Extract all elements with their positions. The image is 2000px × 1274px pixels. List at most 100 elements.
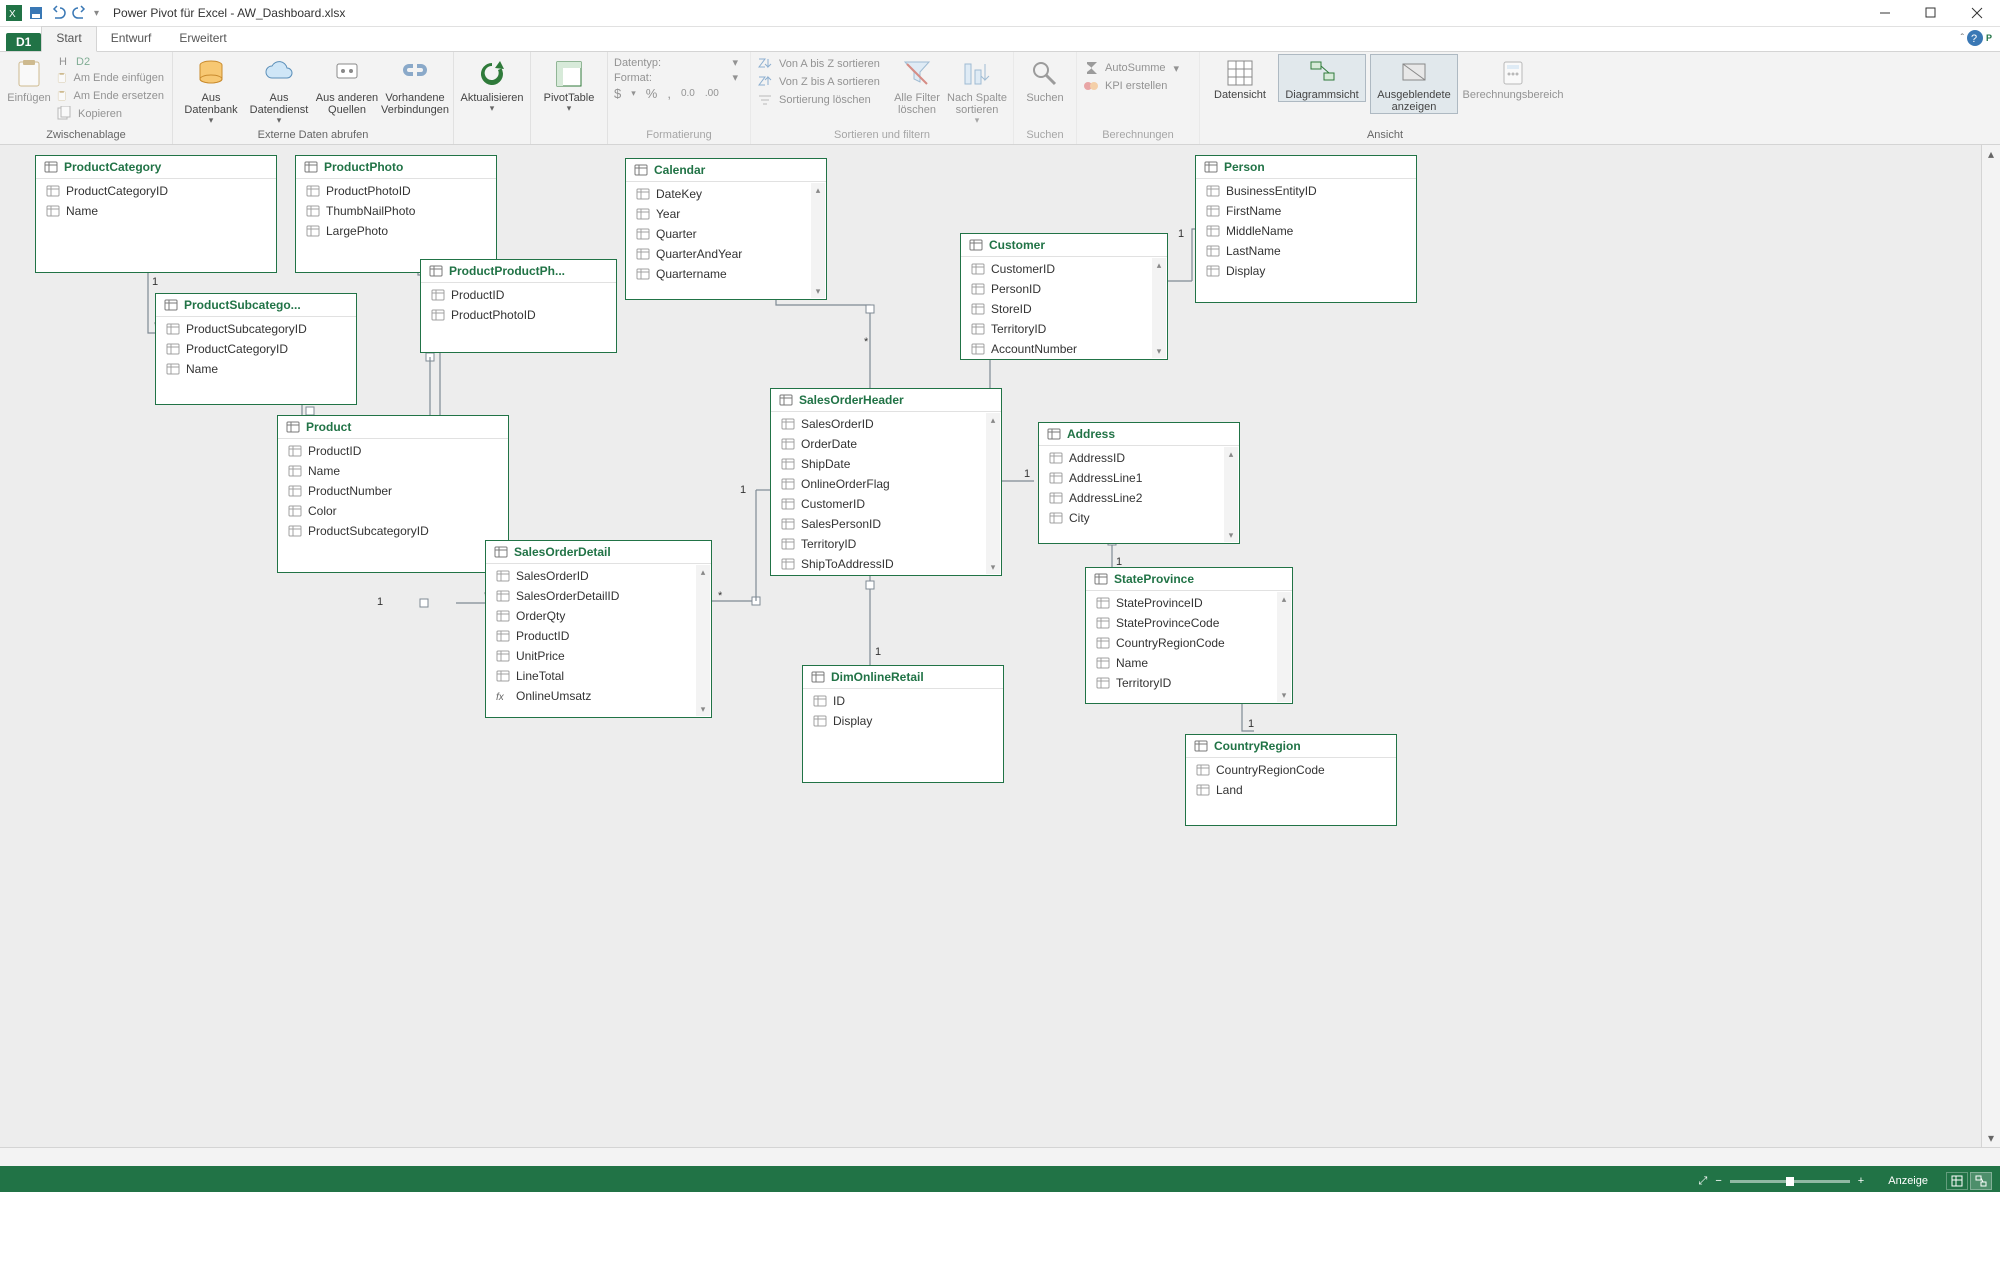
sort-z-to-a-button[interactable]: Von Z bis A sortieren (757, 74, 887, 90)
vertical-scrollbar[interactable]: ▴ ▾ (1981, 145, 2000, 1147)
table-field[interactable]: OrderQty (486, 606, 711, 626)
table-field[interactable]: AddressLine1 (1039, 468, 1239, 488)
table-scrollbar[interactable]: ▴▾ (1224, 447, 1238, 542)
autosum-button[interactable]: AutoSumme▾ (1083, 60, 1179, 76)
zoom-slider[interactable]: ⤢ − + (1699, 1175, 1865, 1188)
clear-sort-button[interactable]: Sortierung löschen (757, 92, 887, 108)
table-field[interactable]: ProductPhotoID (421, 305, 616, 325)
table-field[interactable]: TerritoryID (771, 534, 1001, 554)
qat-undo-icon[interactable] (50, 5, 66, 21)
fit-icon[interactable]: ⤢ (1699, 1175, 1708, 1188)
table-stateprovince[interactable]: StateProvince StateProvinceIDStateProvin… (1085, 567, 1293, 704)
paste-replace-button[interactable]: Am Ende ersetzen (56, 88, 164, 104)
ribbon-collapse-icon[interactable]: ˆ (1961, 33, 1964, 44)
workspace-d1-chip[interactable]: D1 (6, 33, 41, 51)
table-field[interactable]: Year (626, 204, 826, 224)
table-productphoto[interactable]: ProductPhoto ProductPhotoIDThumbNailPhot… (295, 155, 497, 273)
table-field[interactable]: SalesOrderDetailID (486, 586, 711, 606)
table-field[interactable]: Name (278, 461, 508, 481)
table-field[interactable]: StoreID (961, 299, 1167, 319)
table-field[interactable]: City (1039, 508, 1239, 528)
table-field[interactable]: TerritoryID (961, 319, 1167, 339)
zoom-out-button[interactable]: − (1715, 1175, 1721, 1187)
table-address[interactable]: Address AddressIDAddressLine1AddressLine… (1038, 422, 1240, 544)
table-field[interactable]: OrderDate (771, 434, 1001, 454)
copy-button[interactable]: Kopieren (56, 106, 164, 122)
tab-start[interactable]: Start (41, 26, 96, 52)
table-field[interactable]: AccountNumber (961, 339, 1167, 359)
view-mode-diagram-button[interactable] (1970, 1172, 1992, 1190)
calculation-area-button[interactable]: Berechnungsbereich (1462, 54, 1564, 102)
table-field[interactable]: AddressLine2 (1039, 488, 1239, 508)
close-button[interactable] (1954, 0, 2000, 26)
table-customer[interactable]: Customer CustomerIDPersonIDStoreIDTerrit… (960, 233, 1168, 360)
table-field[interactable]: ProductPhotoID (296, 181, 496, 201)
table-field[interactable]: ProductID (278, 441, 508, 461)
table-productproductphoto[interactable]: ProductProductPh... ProductIDProductPhot… (420, 259, 617, 353)
table-field[interactable]: Name (156, 359, 356, 379)
from-dataservice-button[interactable]: Aus Datendienst▾ (247, 54, 311, 126)
sort-by-column-button[interactable]: Nach Spalte sortieren▾ (947, 54, 1007, 126)
horizontal-scrollbar[interactable] (0, 1147, 2000, 1166)
table-field[interactable]: ProductID (421, 285, 616, 305)
qat-customize-dropdown[interactable]: ▾ (94, 8, 99, 19)
existing-connections-button[interactable]: Vorhandene Verbindungen (383, 54, 447, 116)
table-salesorderdetail[interactable]: SalesOrderDetail SalesOrderIDSalesOrderD… (485, 540, 712, 718)
table-field[interactable]: SalesPersonID (771, 514, 1001, 534)
show-hidden-button[interactable]: Ausgeblendete anzeigen (1370, 54, 1458, 114)
qat-redo-icon[interactable] (72, 5, 88, 21)
table-field[interactable]: ThumbNailPhoto (296, 201, 496, 221)
table-scrollbar[interactable]: ▴▾ (811, 183, 825, 298)
table-field[interactable]: PersonID (961, 279, 1167, 299)
table-scrollbar[interactable]: ▴▾ (1152, 258, 1166, 358)
create-kpi-button[interactable]: KPI erstellen (1083, 78, 1179, 94)
table-product[interactable]: Product ProductIDNameProductNumberColorP… (277, 415, 509, 573)
pivottable-button[interactable]: PivotTable▾ (537, 54, 601, 114)
tab-erweitert[interactable]: Erweitert (165, 27, 240, 51)
table-field[interactable]: MiddleName (1196, 221, 1416, 241)
table-scrollbar[interactable]: ▴▾ (986, 413, 1000, 574)
table-dimonlineretail[interactable]: DimOnlineRetail IDDisplay (802, 665, 1004, 783)
table-field[interactable]: LastName (1196, 241, 1416, 261)
table-field[interactable]: TerritoryID (1086, 673, 1292, 693)
table-field[interactable]: ProductCategoryID (156, 339, 356, 359)
help-icon[interactable]: ? (1966, 29, 1984, 47)
table-scrollbar[interactable]: ▴▾ (696, 565, 710, 716)
table-field[interactable]: Display (1196, 261, 1416, 281)
table-field[interactable]: ProductID (486, 626, 711, 646)
table-field[interactable]: Color (278, 501, 508, 521)
table-field[interactable]: FirstName (1196, 201, 1416, 221)
table-field[interactable]: OnlineUmsatz (486, 686, 711, 706)
table-field[interactable]: ID (803, 691, 1003, 711)
table-field[interactable]: Name (36, 201, 276, 221)
table-field[interactable]: SalesOrderID (771, 414, 1001, 434)
data-view-button[interactable]: Datensicht (1206, 54, 1274, 102)
clear-filters-button[interactable]: Alle Filter löschen (891, 54, 943, 116)
table-productsubcategory[interactable]: ProductSubcatego... ProductSubcategoryID… (155, 293, 357, 405)
from-database-button[interactable]: Aus Datenbank▾ (179, 54, 243, 126)
table-field[interactable]: ProductSubcategoryID (278, 521, 508, 541)
table-field[interactable]: CountryRegionCode (1086, 633, 1292, 653)
table-field[interactable]: SalesOrderID (486, 566, 711, 586)
table-field[interactable]: ShipDate (771, 454, 1001, 474)
table-field[interactable]: ProductSubcategoryID (156, 319, 356, 339)
table-productcategory[interactable]: ProductCategory ProductCategoryIDName (35, 155, 277, 273)
table-field[interactable]: DateKey (626, 184, 826, 204)
table-field[interactable]: UnitPrice (486, 646, 711, 666)
table-field[interactable]: Name (1086, 653, 1292, 673)
datatype-dropdown[interactable]: Datentyp:▾ (614, 56, 738, 69)
format-dropdown[interactable]: Format:▾ (614, 71, 738, 84)
number-format-buttons[interactable]: $▾%, 0.0.00 (614, 86, 738, 101)
table-field[interactable]: ShipToAddressID (771, 554, 1001, 574)
table-field[interactable]: BusinessEntityID (1196, 181, 1416, 201)
tab-entwurf[interactable]: Entwurf (97, 27, 166, 51)
view-mode-grid-button[interactable] (1946, 1172, 1968, 1190)
table-field[interactable]: StateProvinceID (1086, 593, 1292, 613)
from-other-sources-button[interactable]: Aus anderen Quellen (315, 54, 379, 116)
paste-append-button[interactable]: Am Ende einfügen (56, 70, 164, 86)
sort-a-to-z-button[interactable]: Von A bis Z sortieren (757, 56, 887, 72)
table-salesorderheader[interactable]: SalesOrderHeader SalesOrderIDOrderDateSh… (770, 388, 1002, 576)
table-field[interactable]: OnlineOrderFlag (771, 474, 1001, 494)
table-scrollbar[interactable]: ▴▾ (1277, 592, 1291, 702)
search-button[interactable]: Suchen (1020, 54, 1070, 104)
